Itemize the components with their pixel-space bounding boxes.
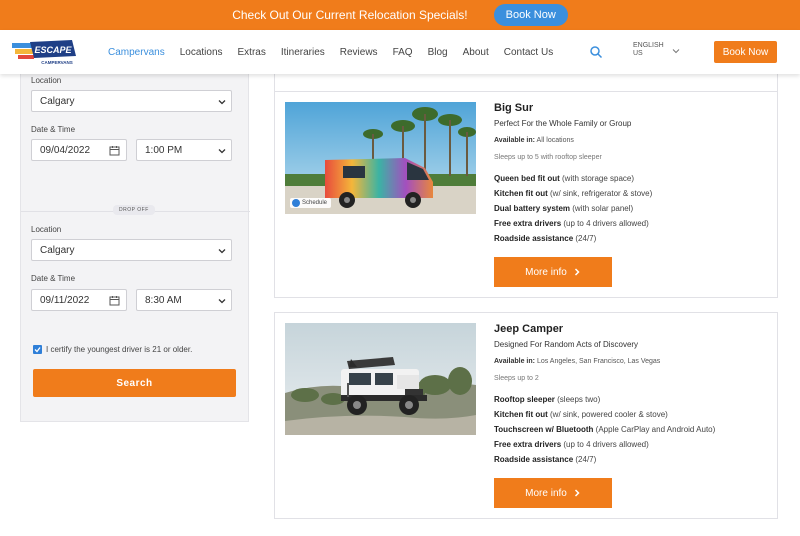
chevron-right-icon	[574, 489, 580, 497]
feature-item: Free extra drivers (up to 4 drivers allo…	[494, 219, 649, 228]
feature-item: Kitchen fit out (w/ sink, refrigerator &…	[494, 189, 653, 198]
feature-item: Roadside assistance (24/7)	[494, 455, 597, 464]
availability: Available in: All locations	[494, 137, 574, 144]
nav-extras[interactable]: Extras	[238, 47, 266, 58]
availability-value: Los Angeles, San Francisco, Las Vegas	[536, 358, 661, 365]
more-info-label: More info	[525, 487, 567, 499]
pickup-time-select[interactable]: 1:00 PM	[136, 139, 232, 161]
chevron-down-icon[interactable]	[672, 47, 680, 55]
availability-label: Available in:	[494, 358, 535, 365]
feature-item: Free extra drivers (up to 4 drivers allo…	[494, 440, 649, 449]
vehicle-subtitle: Designed For Random Acts of Discovery	[494, 340, 639, 349]
sleeps-info: Sleeps up to 2	[494, 375, 539, 382]
vehicle-subtitle: Perfect For the Whole Family or Group	[494, 119, 632, 128]
pickup-location-select[interactable]: Calgary	[31, 90, 232, 112]
dropoff-date-input[interactable]: 09/11/2022	[31, 289, 127, 311]
logo-text: ESCAPE	[34, 45, 72, 55]
promo-bar: Check Out Our Current Relocation Special…	[0, 0, 800, 30]
nav-about[interactable]: About	[463, 47, 489, 58]
feature-item: Roadside assistance (24/7)	[494, 234, 597, 243]
sleeps-info: Sleeps up to 5 with rooftop sleeper	[494, 154, 602, 161]
chevron-down-icon	[218, 149, 226, 154]
vehicle-card-jeep-camper: Jeep Camper Designed For Random Acts of …	[274, 312, 778, 519]
previous-result-card	[274, 74, 778, 92]
dropoff-time-value: 8:30 AM	[145, 294, 182, 306]
vehicle-photo-big-sur[interactable]: Schedule	[285, 102, 476, 214]
chevron-right-icon	[574, 268, 580, 276]
calendar-icon[interactable]	[109, 145, 120, 156]
more-info-button[interactable]: More info	[494, 257, 612, 287]
certify-label[interactable]: I certify the youngest driver is 21 or o…	[46, 345, 192, 354]
availability-value: All locations	[536, 137, 574, 144]
escape-campervans-logo[interactable]: ESCAPE CAMPERVANS	[12, 38, 78, 66]
dropoff-location-value: Calgary	[40, 244, 75, 256]
vehicle-title: Jeep Camper	[494, 323, 564, 335]
dropoff-badge: DROP OFF	[113, 205, 155, 215]
pickup-location-value: Calgary	[40, 95, 75, 107]
feature-item: Rooftop sleeper (sleeps two)	[494, 395, 601, 404]
search-icon[interactable]	[589, 45, 603, 59]
schedule-icon	[292, 199, 300, 207]
promo-book-now-button[interactable]: Book Now	[493, 4, 568, 26]
vehicle-title: Big Sur	[494, 102, 534, 114]
logo-subtext: CAMPERVANS	[41, 60, 73, 65]
certify-checkbox[interactable]	[33, 345, 42, 354]
site-header: ESCAPE CAMPERVANS Campervans Locations E…	[0, 30, 800, 74]
schedule-badge[interactable]: Schedule	[290, 198, 332, 208]
language-selector[interactable]: ENGLISH US	[633, 42, 664, 58]
language-name: ENGLISH	[633, 42, 664, 49]
pickup-datetime-label: Date & Time	[31, 125, 76, 134]
main-nav: Campervans Locations Extras Itineraries …	[108, 30, 568, 74]
dropoff-location-select[interactable]: Calgary	[31, 239, 232, 261]
pickup-date-value: 09/04/2022	[40, 144, 91, 156]
feature-item: Queen bed fit out (with storage space)	[494, 174, 635, 183]
vehicle-photo-jeep-camper[interactable]	[285, 323, 476, 435]
chevron-down-icon	[218, 249, 226, 254]
schedule-label: Schedule	[302, 200, 328, 206]
feature-item: Touchscreen w/ Bluetooth (Apple CarPlay …	[494, 425, 716, 434]
pickup-time-value: 1:00 PM	[145, 144, 183, 156]
chevron-down-icon	[218, 299, 226, 304]
header-book-now-button[interactable]: Book Now	[714, 41, 777, 63]
dropoff-location-label: Location	[31, 225, 62, 234]
dropoff-time-select[interactable]: 8:30 AM	[136, 289, 232, 311]
more-info-label: More info	[525, 266, 567, 278]
jeep-camper-image	[285, 323, 476, 435]
nav-itineraries[interactable]: Itineraries	[281, 47, 325, 58]
nav-blog[interactable]: Blog	[428, 47, 448, 58]
calendar-icon[interactable]	[109, 295, 120, 306]
nav-contact-us[interactable]: Contact Us	[504, 47, 553, 58]
nav-locations[interactable]: Locations	[180, 47, 223, 58]
feature-item: Kitchen fit out (w/ sink, powered cooler…	[494, 410, 668, 419]
dropoff-datetime-label: Date & Time	[31, 274, 76, 283]
more-info-button[interactable]: More info	[494, 478, 612, 508]
vehicle-card-big-sur: Schedule Big Sur Perfect For the Whole F…	[274, 91, 778, 298]
pickup-date-input[interactable]: 09/04/2022	[31, 139, 127, 161]
promo-text[interactable]: Check Out Our Current Relocation Special…	[232, 8, 467, 22]
pickup-location-label: Location	[31, 76, 62, 85]
chevron-down-icon	[218, 100, 226, 105]
dropoff-date-value: 09/11/2022	[40, 294, 90, 306]
nav-faq[interactable]: FAQ	[393, 47, 413, 58]
nav-reviews[interactable]: Reviews	[340, 47, 378, 58]
language-region: US	[633, 50, 643, 57]
availability: Available in: Los Angeles, San Francisco…	[494, 358, 660, 365]
nav-campervans[interactable]: Campervans	[108, 47, 165, 58]
feature-item: Dual battery system (with solar panel)	[494, 204, 634, 213]
search-form: Location Calgary Date & Time 09/04/2022 …	[20, 74, 250, 422]
search-button[interactable]: Search	[33, 369, 236, 397]
availability-label: Available in:	[494, 137, 535, 144]
